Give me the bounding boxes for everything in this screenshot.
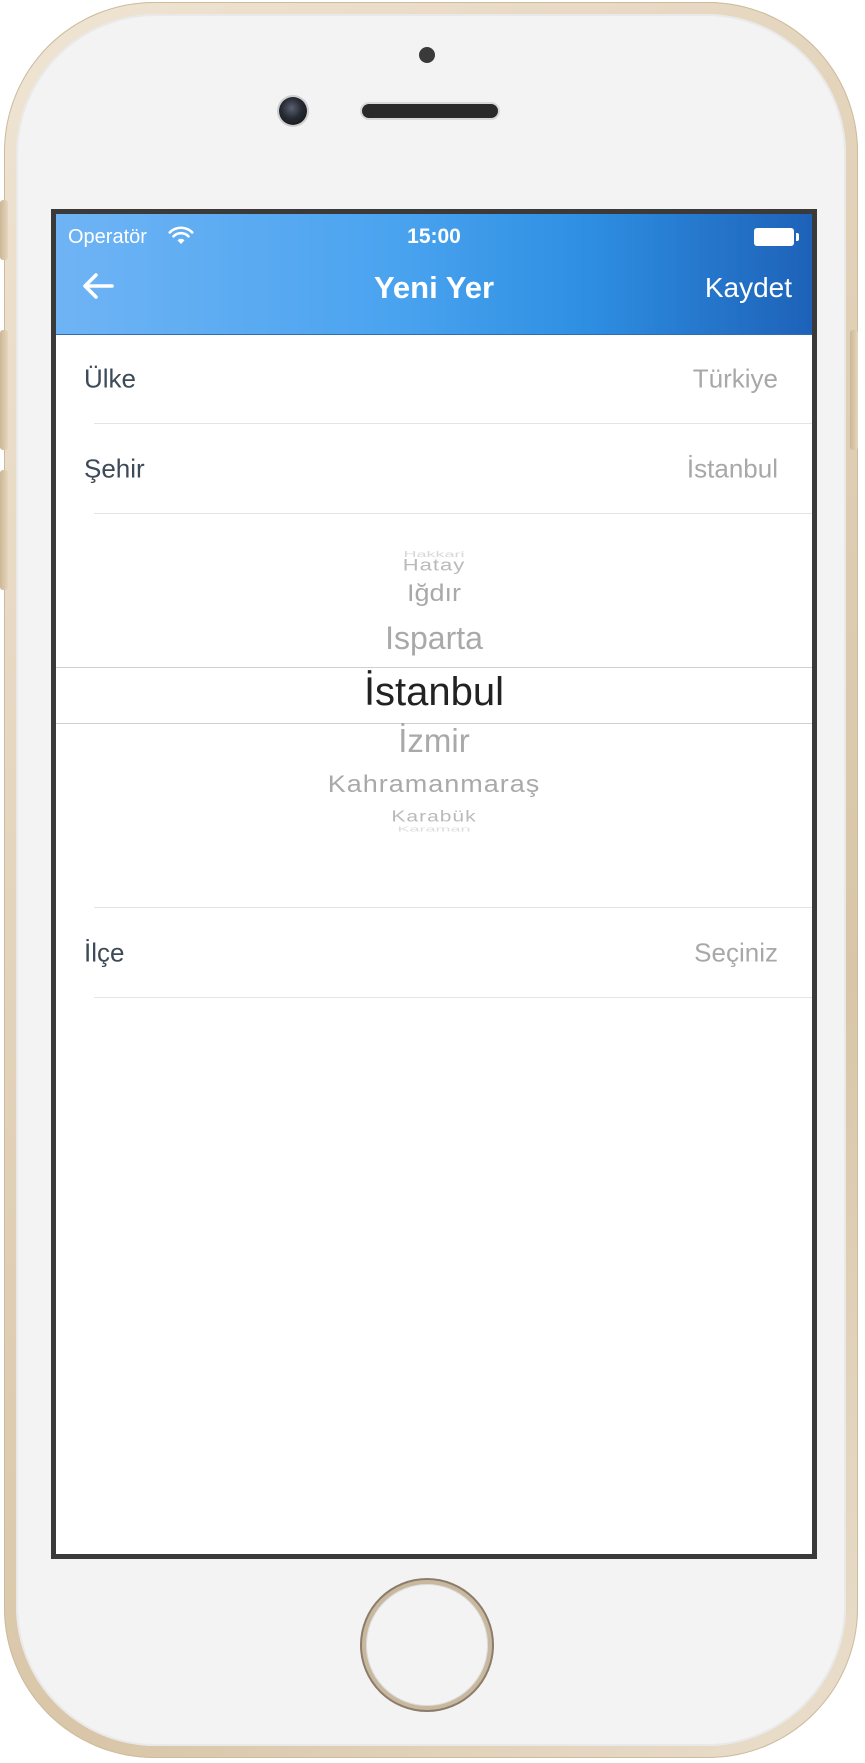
picker-selected-item[interactable]: İstanbul (56, 670, 812, 715)
volume-up-button (0, 330, 8, 450)
battery-icon (754, 228, 800, 246)
picker-item[interactable]: İzmir (56, 722, 812, 760)
app-screen: Operatör 15:00 Yeni Yer Kaydet Ülke Türk… (51, 209, 817, 1559)
picker-selection-top-line (56, 667, 812, 668)
district-row[interactable]: İlçe Seçiniz (56, 908, 812, 998)
front-camera (279, 97, 307, 125)
home-button[interactable] (362, 1580, 492, 1710)
proximity-sensor (419, 47, 435, 63)
country-label: Ülke (84, 363, 137, 394)
picker-item[interactable]: Iğdır (56, 580, 812, 608)
picker-item[interactable]: Karaman (56, 825, 812, 833)
picker-item[interactable]: Kahramanmaraş (56, 771, 812, 799)
earpiece-speaker (362, 104, 498, 118)
row-divider (94, 997, 812, 998)
navigation-header: Operatör 15:00 Yeni Yer Kaydet (56, 214, 812, 335)
power-button (850, 330, 858, 450)
city-picker[interactable]: Hakkari Hatay Iğdır Isparta İstanbul İzm… (56, 514, 812, 878)
page-title: Yeni Yer (373, 270, 495, 305)
city-value: İstanbul (686, 453, 778, 484)
volume-down-button (0, 470, 8, 590)
picker-item[interactable]: Hatay (56, 555, 812, 575)
district-value: Seçiniz (694, 937, 778, 968)
district-label: İlçe (84, 937, 125, 968)
mute-switch (0, 200, 8, 260)
city-row[interactable]: Şehir İstanbul (56, 424, 812, 514)
country-row[interactable]: Ülke Türkiye (56, 334, 812, 424)
status-time: 15:00 (407, 225, 461, 248)
picker-item[interactable]: Isparta (56, 620, 812, 657)
country-value: Türkiye (692, 363, 778, 394)
picker-item[interactable]: Karabük (56, 808, 812, 826)
city-label: Şehir (84, 453, 145, 484)
save-button[interactable]: Kaydet (705, 272, 792, 304)
